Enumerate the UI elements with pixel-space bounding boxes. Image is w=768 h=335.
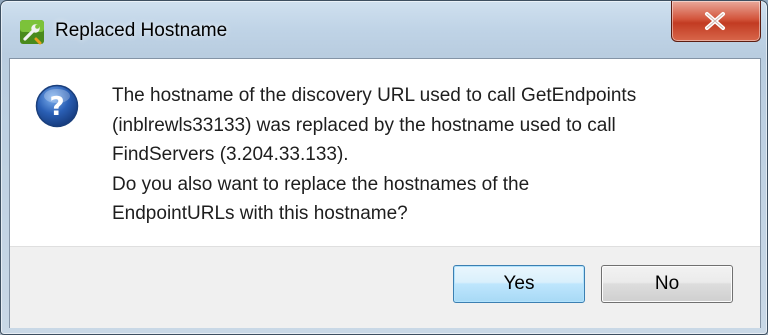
title-bar[interactable]: Replaced Hostname bbox=[1, 1, 767, 58]
message-text: The hostname of the discovery URL used t… bbox=[112, 81, 742, 229]
yes-button[interactable]: Yes bbox=[453, 265, 585, 303]
message-line: (inblrewls33133) was replaced by the hos… bbox=[112, 114, 616, 136]
message-line: Do you also want to replace the hostname… bbox=[112, 173, 530, 195]
question-icon: ? bbox=[35, 84, 79, 128]
close-button[interactable] bbox=[671, 1, 761, 42]
button-bar: Yes No bbox=[10, 246, 760, 328]
close-icon bbox=[705, 12, 725, 30]
message-line: The hostname of the discovery URL used t… bbox=[112, 85, 637, 106]
wrench-app-icon bbox=[19, 19, 45, 45]
no-button[interactable]: No bbox=[601, 265, 733, 303]
dialog-client-area: ? The hostname of the discovery URL used… bbox=[9, 58, 761, 328]
dialog-window: Replaced Hostname ? The hostname of the … bbox=[0, 0, 768, 335]
message-line: EndpointURLs with this hostname? bbox=[112, 203, 408, 224]
dialog-title: Replaced Hostname bbox=[55, 20, 228, 41]
svg-text:?: ? bbox=[49, 92, 64, 122]
message-line: FindServers (3.204.33.133). bbox=[112, 144, 349, 165]
message-area: ? The hostname of the discovery URL used… bbox=[10, 59, 760, 246]
